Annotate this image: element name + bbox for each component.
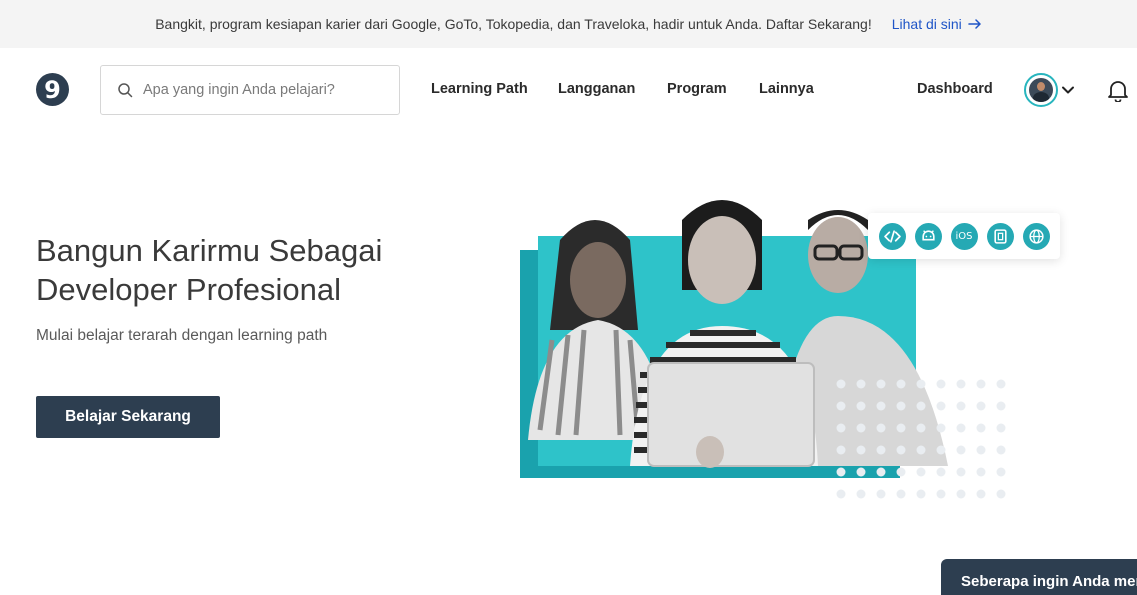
hero-subtitle: Mulai belajar terarah dengan learning pa… bbox=[36, 327, 328, 344]
ios-icon: iOS bbox=[950, 222, 978, 250]
decorative-dot-grid bbox=[836, 379, 1006, 499]
announcement-link-label[interactable]: Lihat di sini bbox=[892, 16, 962, 32]
nav-item-learning-path[interactable]: Learning Path bbox=[431, 81, 528, 97]
hero-title-line1: Bangun Karirmu Sebagai bbox=[36, 233, 383, 268]
nav-item-langganan[interactable]: Langganan bbox=[558, 81, 635, 97]
search-box[interactable] bbox=[100, 65, 400, 115]
top-navbar: 9 Learning Path Langganan Program Lainny… bbox=[0, 48, 1137, 132]
ios-label: iOS bbox=[955, 230, 973, 242]
arrow-right-icon bbox=[968, 19, 981, 29]
hero-title-line2: Developer Profesional bbox=[36, 272, 342, 307]
start-learning-button[interactable]: Belajar Sekarang bbox=[36, 396, 220, 438]
platform-chips: iOS bbox=[868, 213, 1060, 259]
chevron-down-icon[interactable] bbox=[1061, 83, 1075, 97]
survey-feedback-tab[interactable]: Seberapa ingin Anda mer bbox=[941, 559, 1137, 595]
search-icon bbox=[118, 83, 133, 98]
announcement-text: Bangkit, program kesiapan karier dari Go… bbox=[155, 16, 872, 32]
announcement-bar: Bangkit, program kesiapan karier dari Go… bbox=[0, 0, 1137, 48]
notification-bell-icon[interactable] bbox=[1107, 78, 1129, 102]
announcement-link[interactable]: Lihat di sini bbox=[892, 16, 982, 32]
dicoding-logo[interactable]: 9 bbox=[36, 73, 69, 106]
nav-item-lainnya[interactable]: Lainnya bbox=[759, 81, 814, 97]
user-avatar[interactable] bbox=[1024, 73, 1058, 107]
nav-item-dashboard[interactable]: Dashboard bbox=[917, 81, 993, 97]
multiplatform-icon bbox=[986, 222, 1014, 250]
code-icon bbox=[878, 222, 906, 250]
search-input[interactable] bbox=[143, 82, 383, 98]
nav-item-program[interactable]: Program bbox=[667, 81, 727, 97]
android-icon bbox=[914, 222, 942, 250]
hero-title: Bangun Karirmu Sebagai Developer Profesi… bbox=[36, 231, 486, 309]
web-globe-icon bbox=[1022, 222, 1050, 250]
